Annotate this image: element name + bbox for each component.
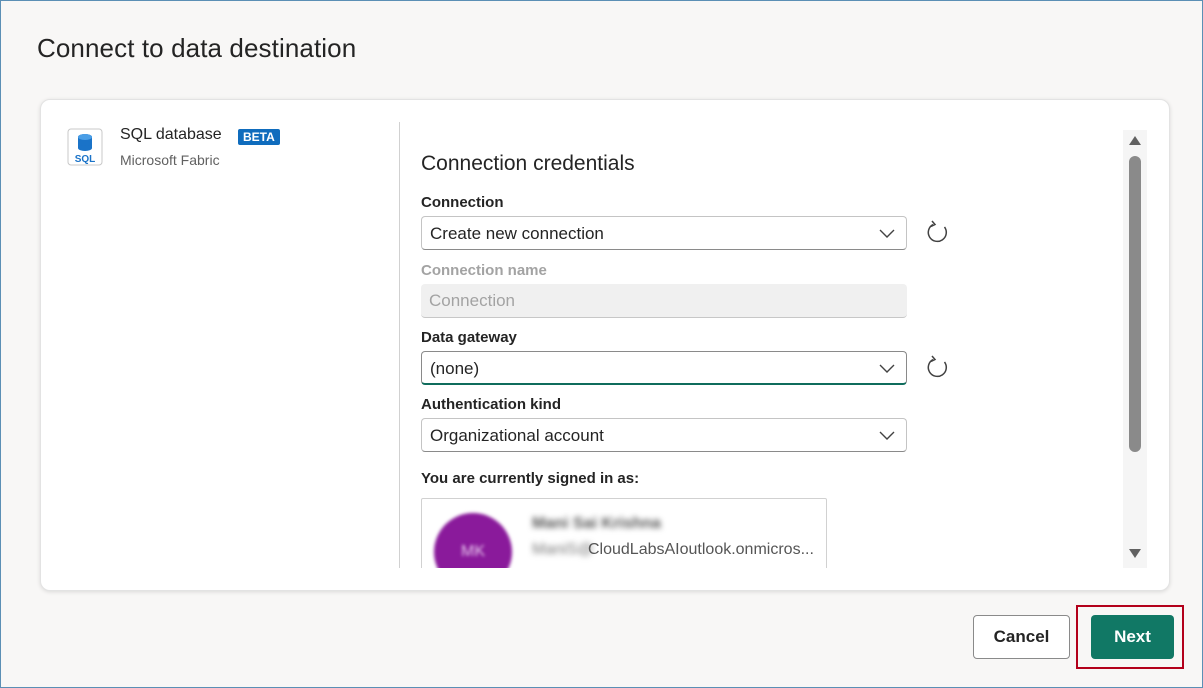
source-name: SQL database bbox=[120, 126, 222, 143]
data-gateway-value: (none) bbox=[430, 359, 480, 378]
account-email-prefix: ManiS@ bbox=[532, 541, 594, 558]
scroll-down-arrow-icon[interactable] bbox=[1128, 548, 1142, 560]
connection-value: Create new connection bbox=[430, 224, 604, 243]
sql-database-icon: SQL bbox=[67, 128, 103, 166]
vertical-scrollbar[interactable] bbox=[1123, 130, 1147, 568]
refresh-connection-icon[interactable] bbox=[924, 218, 952, 246]
source-provider: Microsoft Fabric bbox=[120, 152, 220, 168]
selected-source: SQL SQL database BETA Microsoft Fabric bbox=[67, 126, 367, 170]
next-button[interactable]: Next bbox=[1091, 615, 1174, 659]
signed-in-label: You are currently signed in as: bbox=[421, 470, 640, 487]
refresh-gateway-icon[interactable] bbox=[924, 353, 952, 381]
scroll-thumb[interactable] bbox=[1129, 156, 1141, 452]
credentials-form: Connection credentials Connection Create… bbox=[421, 122, 1141, 568]
connect-destination-dialog: Connect to data destination SQL SQL data… bbox=[0, 0, 1203, 688]
section-title: Connection credentials bbox=[421, 152, 635, 175]
data-gateway-label: Data gateway bbox=[421, 329, 517, 346]
data-gateway-dropdown[interactable]: (none) bbox=[421, 351, 907, 385]
authentication-kind-value: Organizational account bbox=[430, 426, 604, 445]
chevron-down-icon bbox=[879, 431, 895, 440]
account-card: MK Mani Sai Krishna ManiS@ CloudLabsAIou… bbox=[421, 498, 827, 568]
destination-card: SQL SQL database BETA Microsoft Fabric C… bbox=[40, 99, 1170, 591]
chevron-down-icon bbox=[879, 229, 895, 238]
vertical-divider bbox=[399, 122, 400, 568]
connection-name-label: Connection name bbox=[421, 262, 547, 279]
connection-name-input: Connection bbox=[421, 284, 907, 318]
avatar: MK bbox=[434, 513, 512, 568]
authentication-kind-dropdown[interactable]: Organizational account bbox=[421, 418, 907, 452]
connection-label: Connection bbox=[421, 194, 504, 211]
cancel-button[interactable]: Cancel bbox=[973, 615, 1070, 659]
account-email: CloudLabsAIoutlook.onmicros... bbox=[588, 541, 814, 558]
chevron-down-icon bbox=[879, 364, 895, 373]
scroll-up-arrow-icon[interactable] bbox=[1128, 134, 1142, 146]
connection-dropdown[interactable]: Create new connection bbox=[421, 216, 907, 250]
dialog-title: Connect to data destination bbox=[37, 33, 357, 63]
authentication-kind-label: Authentication kind bbox=[421, 396, 561, 413]
beta-badge: BETA bbox=[238, 129, 280, 145]
account-display-name: Mani Sai Krishna bbox=[532, 515, 661, 532]
svg-text:SQL: SQL bbox=[75, 154, 96, 165]
